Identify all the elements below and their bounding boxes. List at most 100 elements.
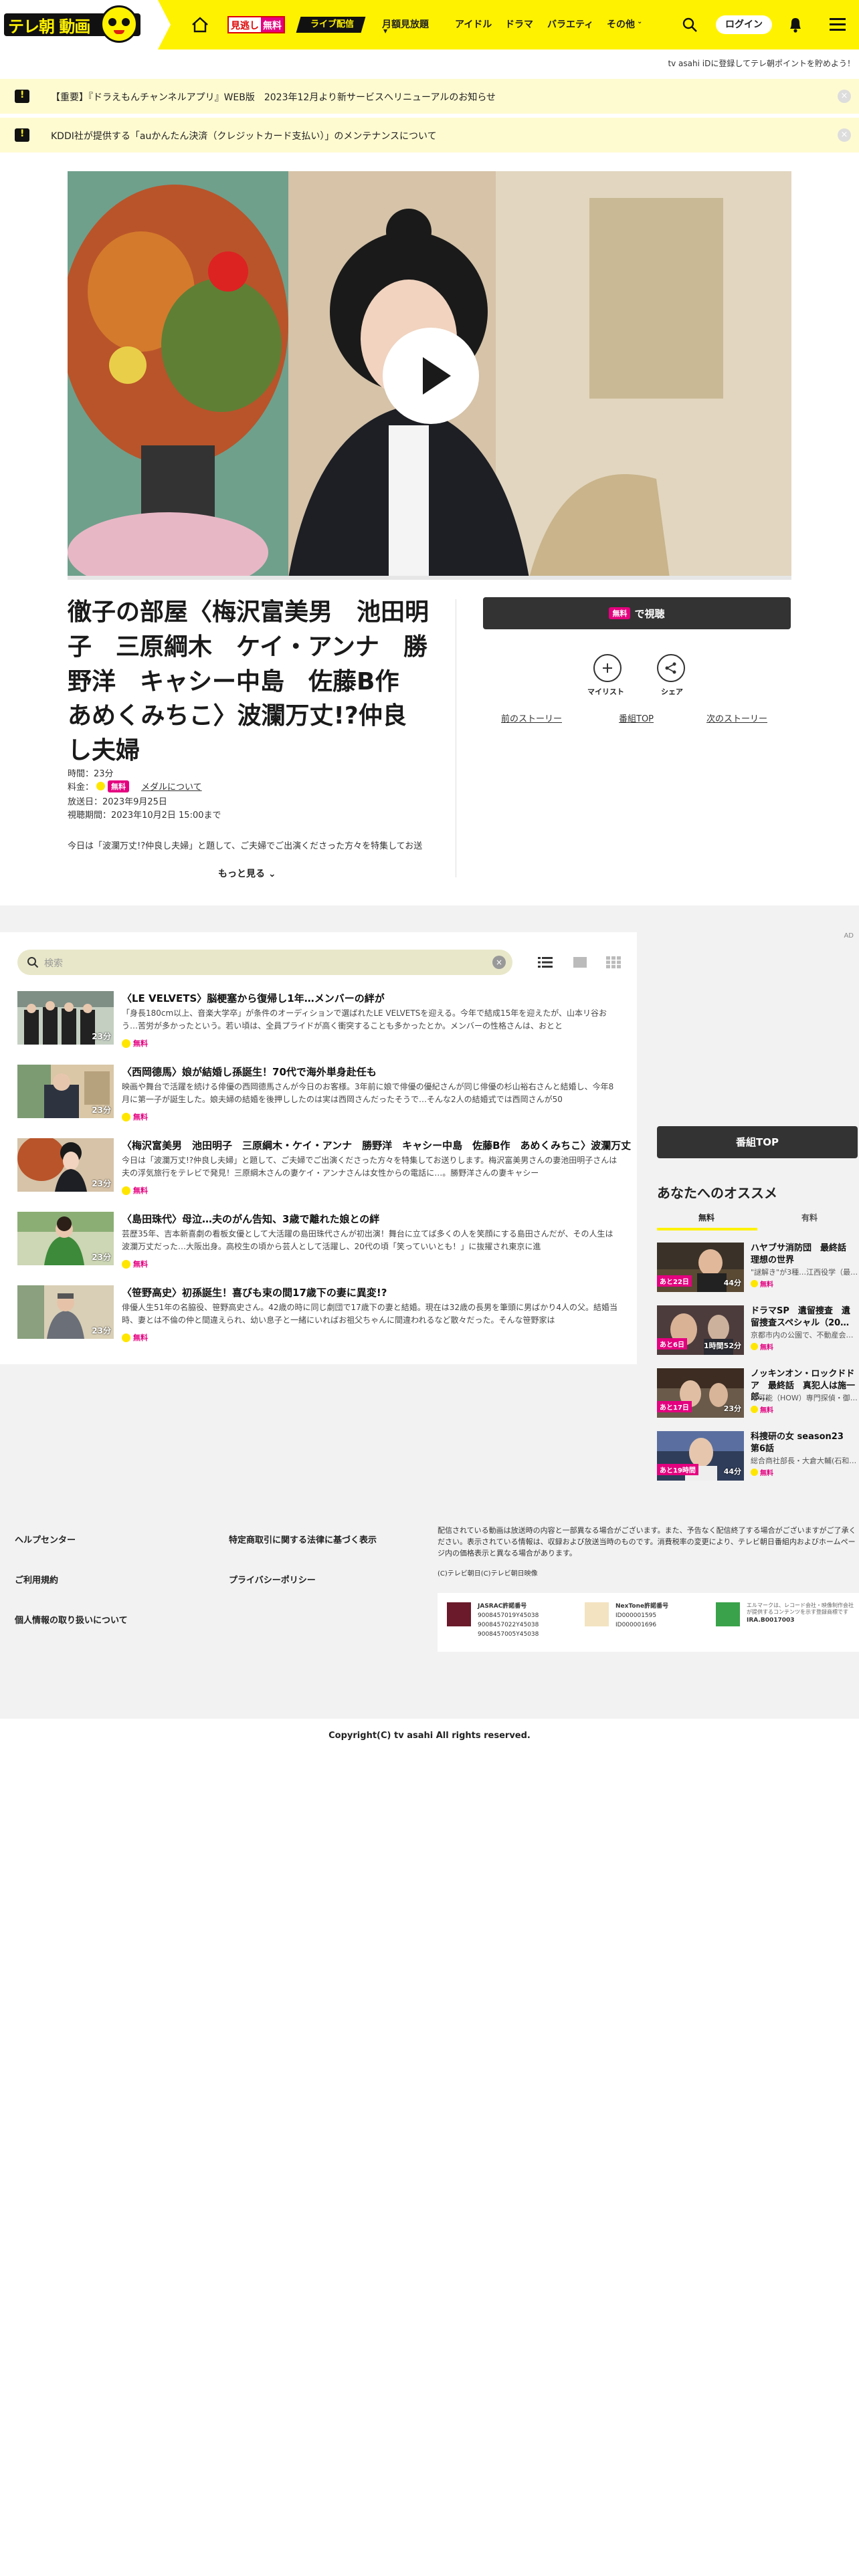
live-label: ライブ配信 <box>310 19 355 29</box>
episode-title[interactable]: 〈梅沢富美男 池田明子 三原綱木・ケイ・アンナ 勝野洋 キャシー中島 佐藤B作 … <box>122 1138 631 1152</box>
nav-monthly[interactable]: 月額見放題 <box>382 17 429 31</box>
expiry-badge: あと22日 <box>657 1275 692 1287</box>
notice-text[interactable]: 【重要】『ドラえもんチャンネルアプリ』WEB版 2023年12月より新サービスへ… <box>51 90 496 104</box>
clear-icon[interactable]: × <box>492 956 506 969</box>
episode-title[interactable]: 〈LE VELVETS〉脳梗塞から復帰し1年…メンバーの絆が <box>122 991 385 1005</box>
episode-thumbnail[interactable]: 23分 <box>17 1065 114 1118</box>
site-logo[interactable]: テレ朝 動画 <box>0 0 171 49</box>
episode-description: 映画や舞台で活躍を続ける俳優の西岡德馬さんが今日のお客様。3年前に娘で俳優の優紀… <box>122 1082 614 1105</box>
login-button[interactable]: ログイン <box>716 15 772 34</box>
nav-other[interactable]: その他 <box>607 17 635 31</box>
coin-icon <box>751 1406 758 1413</box>
list-item[interactable]: 23分 〈西岡德馬〉娘が結婚し孫誕生！70代で海外単身赴任も 映画や舞台で活躍を… <box>17 1065 619 1129</box>
list-item[interactable]: 23分 〈LE VELVETS〉脳梗塞から復帰し1年…メンバーの絆が 「身長18… <box>17 991 619 1055</box>
list-item[interactable]: 23分 〈梅沢富美男 池田明子 三原綱木・ケイ・アンナ 勝野洋 キャシー中島 佐… <box>17 1138 631 1202</box>
episode-duration: 23分 <box>92 1032 111 1041</box>
close-icon[interactable]: × <box>838 128 851 142</box>
episode-title[interactable]: 〈笹野高史〉初孫誕生！喜びも束の間17歳下の妻に異変!? <box>122 1285 387 1299</box>
footer-help-link[interactable]: ヘルプセンター <box>15 1533 76 1545</box>
list-view-icon[interactable] <box>538 956 553 968</box>
live-button[interactable]: ライブ配信 <box>296 17 366 33</box>
l-mark-number: IRA.B0017003 <box>747 1616 795 1624</box>
menu-icon[interactable] <box>827 15 848 35</box>
notice-bar[interactable]: 【重要】『ドラえもんチャンネルアプリ』WEB版 2023年12月より新サービスへ… <box>0 79 859 114</box>
alert-icon <box>15 90 29 103</box>
watch-button[interactable]: 無料 で視聴 <box>483 597 791 629</box>
plus-icon[interactable] <box>593 654 622 682</box>
nav-drama[interactable]: ドラマ <box>505 17 533 31</box>
tab-paid[interactable]: 有料 <box>801 1212 818 1223</box>
prev-story-link[interactable]: 前のストーリー <box>501 712 562 724</box>
play-button[interactable] <box>383 328 479 424</box>
share-label[interactable]: シェア <box>661 686 683 697</box>
episode-thumbnail[interactable]: 23分 <box>17 1285 114 1339</box>
free-tag: 無料 <box>122 1332 148 1343</box>
active-tab-indicator <box>657 1228 757 1230</box>
card-title[interactable]: 科捜研の女 season23 第6話 <box>751 1431 858 1455</box>
footer-privacy-policy-link[interactable]: プライバシーポリシー <box>229 1573 316 1586</box>
search-icon[interactable] <box>678 13 701 36</box>
nav-variety[interactable]: バラエティ <box>547 17 593 31</box>
recommend-heading: あなたへのオススメ <box>657 1185 777 1201</box>
card-duration: 23分 <box>723 1404 741 1413</box>
footer-terms-link[interactable]: ご利用規約 <box>15 1573 58 1586</box>
recommend-thumbnail[interactable]: あと19時間 44分 <box>657 1431 744 1481</box>
player-progress-track <box>68 576 791 580</box>
l-mark-icon <box>716 1602 740 1626</box>
bell-icon[interactable] <box>784 13 807 36</box>
program-top-link[interactable]: 番組TOP <box>619 712 654 724</box>
footer-commerce-law-link[interactable]: 特定商取引に関する法律に基づく表示 <box>229 1533 377 1545</box>
card-title[interactable]: ドラマSP 遺留捜査 遺留捜査スペシャル（20… <box>751 1305 858 1329</box>
medal-link[interactable]: メダルについて <box>141 780 202 792</box>
footer-credit: (C)テレビ朝日(C)テレビ朝日映像 <box>438 1570 538 1578</box>
nav-idol[interactable]: アイドル <box>455 17 492 31</box>
card-title[interactable]: ハヤブサ消防団 最終話 理想の世界 <box>751 1243 858 1266</box>
list-item[interactable]: 23分 〈笹野高史〉初孫誕生！喜びも束の間17歳下の妻に異変!? 俳優人生51年… <box>17 1285 619 1350</box>
recommend-card[interactable]: あと6日 1時間52分 ドラマSP 遺留捜査 遺留捜査スペシャル（20… 京都市内… <box>657 1305 858 1359</box>
more-button[interactable]: もっと見る ⌄ <box>218 867 276 880</box>
next-story-link[interactable]: 次のストーリー <box>706 712 767 724</box>
share-icon[interactable] <box>657 654 685 682</box>
recommend-card[interactable]: あと22日 44分 ハヤブサ消防団 最終話 理想の世界 "謎解き"が3種…江西役学… <box>657 1243 858 1296</box>
home-icon[interactable] <box>190 15 210 35</box>
episode-title[interactable]: 〈西岡德馬〉娘が結婚し孫誕生！70代で海外単身赴任も <box>122 1065 377 1079</box>
viewing-period: 視聴期間：2023年10月2日 15:00まで <box>68 811 221 821</box>
coin-icon <box>122 1186 130 1195</box>
episode-thumbnail[interactable]: 23分 <box>17 1212 114 1265</box>
episode-thumbnail[interactable]: 23分 <box>17 991 114 1045</box>
tab-free[interactable]: 無料 <box>698 1212 714 1223</box>
chevron-down-icon: ▼ <box>383 28 388 34</box>
expiry-badge: あと6日 <box>657 1338 687 1350</box>
episode-title[interactable]: 〈島田珠代〉母泣…夫のがん告知、3歳で離れた娘との絆 <box>122 1212 379 1226</box>
free-label: 無料 <box>133 1186 148 1195</box>
grid-view-icon[interactable] <box>606 956 621 968</box>
notice-text[interactable]: KDDI社が提供する「auかんたん決済（クレジットカード支払い）」のメンテナンス… <box>51 129 437 142</box>
mylist-label[interactable]: マイリスト <box>587 686 624 697</box>
mitai-free-button[interactable]: 見逃し 無料 <box>227 16 285 33</box>
recommend-thumbnail[interactable]: あと22日 44分 <box>657 1243 744 1292</box>
recommend-card[interactable]: あと17日 23分 ノッキンオン・ロックドドア 最終話 真犯人は施一郎… 不可能（… <box>657 1368 858 1422</box>
tv-asahi-id-promo[interactable]: tv asahi iDに登録してテレ朝ポイントを貯めよう！ <box>668 58 855 69</box>
program-top-button[interactable]: 番組TOP <box>657 1126 858 1158</box>
coin-icon <box>751 1469 758 1476</box>
episode-duration: 23分 <box>92 1253 111 1262</box>
free-label: 無料 <box>133 1260 148 1269</box>
episode-search-field[interactable]: 検索 × <box>17 950 512 975</box>
free-label: 無料 <box>760 1407 773 1414</box>
watch-label: で視聴 <box>634 607 665 620</box>
recommend-thumbnail[interactable]: あと17日 23分 <box>657 1368 744 1418</box>
jasrac-logo-icon <box>447 1602 471 1626</box>
recommend-thumbnail[interactable]: あと6日 1時間52分 <box>657 1305 744 1355</box>
coin-icon <box>122 1333 130 1342</box>
list-item[interactable]: 23分 〈島田珠代〉母泣…夫のがん告知、3歳で離れた娘との絆 芸歴35年、吉本新… <box>17 1212 619 1276</box>
card-view-icon[interactable] <box>573 956 587 968</box>
close-icon[interactable]: × <box>838 90 851 103</box>
episode-duration: 時間：23分 <box>68 769 114 779</box>
notice-bar[interactable]: KDDI社が提供する「auかんたん決済（クレジットカード支払い）」のメンテナンス… <box>0 118 859 152</box>
footer-privacy-handling-link[interactable]: 個人情報の取り扱いについて <box>15 1613 128 1626</box>
price-free: 無料 <box>108 780 130 792</box>
recommend-card[interactable]: あと19時間 44分 科捜研の女 season23 第6話 総合商社部長・大倉大輔… <box>657 1431 858 1485</box>
episode-description: 今日は「波瀾万丈!?仲良し夫婦」と題して、ご夫婦でご出演くださった方々を特集して… <box>68 841 423 851</box>
episode-thumbnail[interactable]: 23分 <box>17 1138 114 1192</box>
free-tag: 無料 <box>122 1185 148 1196</box>
